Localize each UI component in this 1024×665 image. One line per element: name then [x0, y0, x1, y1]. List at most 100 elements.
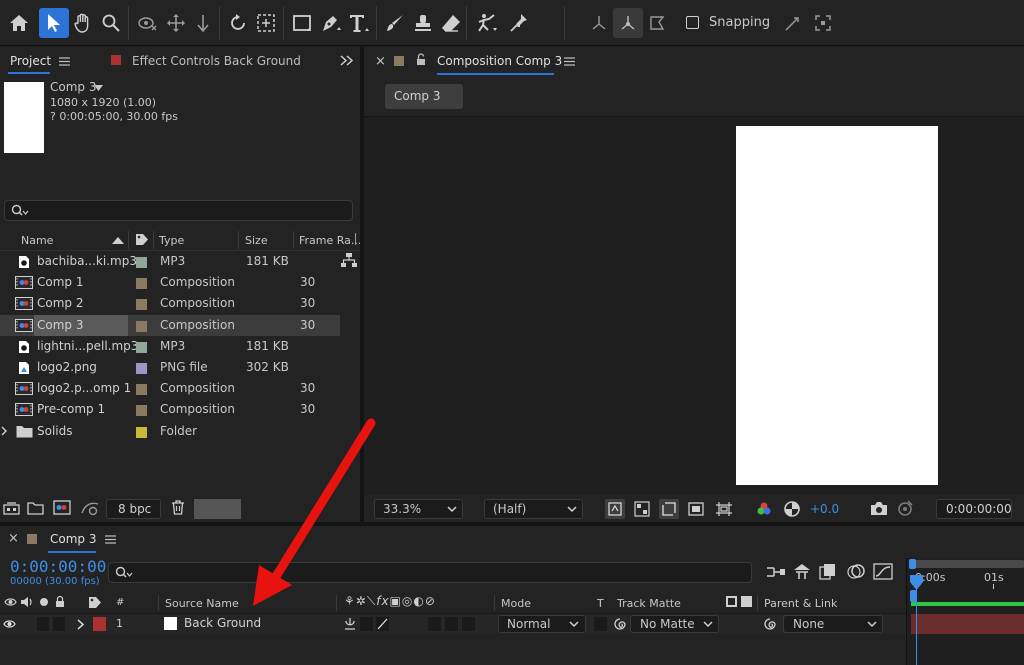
project-item-label-color[interactable]: [136, 405, 147, 417]
tab-project[interactable]: Project: [10, 54, 51, 68]
trash-icon[interactable]: [171, 500, 185, 515]
panel-menu-icon[interactable]: [564, 57, 575, 66]
type-tool-icon[interactable]: [344, 8, 374, 38]
project-item-row[interactable]: Comp 2 Composition 30: [0, 293, 340, 314]
magnification-dropdown[interactable]: 33.3%: [374, 499, 463, 519]
project-settings-icon[interactable]: [80, 500, 100, 516]
adjustment-layer-toggle[interactable]: [462, 617, 475, 631]
track-matte-dropdown[interactable]: No Matte: [630, 615, 719, 633]
draft-3d-icon[interactable]: [792, 563, 812, 580]
pan-camera-icon[interactable]: [161, 8, 191, 38]
frame-blending-icon[interactable]: [819, 563, 837, 580]
project-item-name[interactable]: Comp 3: [37, 318, 83, 332]
bit-depth-button[interactable]: 8 bpc: [106, 499, 161, 519]
rotate-tool-icon[interactable]: [223, 8, 253, 38]
selection-tool-icon[interactable]: [39, 8, 69, 38]
expand-chevron-icon[interactable]: [1, 426, 7, 436]
graph-editor-icon[interactable]: [873, 563, 893, 580]
audio-icon[interactable]: [20, 596, 34, 608]
clone-stamp-icon[interactable]: [408, 8, 438, 38]
zoom-tool-icon[interactable]: [96, 8, 126, 38]
snap-features-icon[interactable]: [808, 8, 838, 38]
column-size[interactable]: Size: [245, 234, 268, 247]
composition-canvas[interactable]: [736, 126, 938, 485]
world-axis-mode-icon[interactable]: [613, 8, 643, 38]
local-axis-mode-icon[interactable]: [584, 8, 614, 38]
solo-icon[interactable]: [40, 598, 48, 606]
layer-label-color[interactable]: [93, 617, 106, 631]
project-item-row[interactable]: Comp 3 Composition 30: [0, 314, 340, 336]
collapse-toggle[interactable]: [360, 617, 373, 631]
lock-icon[interactable]: [55, 596, 65, 608]
snap-edges-icon[interactable]: [778, 8, 808, 38]
current-time-indicator-icon[interactable]: [910, 575, 923, 591]
time-ruler[interactable]: [911, 586, 1024, 595]
project-item-name[interactable]: Solids: [37, 424, 73, 438]
timeline-tab-title[interactable]: Comp 3: [50, 532, 96, 546]
column-name[interactable]: Name: [21, 234, 53, 247]
column-frame-rate[interactable]: Frame Ra...: [299, 234, 361, 247]
project-item-name[interactable]: Comp 2: [37, 296, 83, 310]
panel-menu-icon[interactable]: [59, 57, 70, 66]
column-preserve-transparency[interactable]: T: [597, 597, 604, 610]
close-tab-icon[interactable]: ×: [375, 54, 386, 69]
project-item-label-color[interactable]: [136, 257, 147, 268]
layer-row[interactable]: 1 Back Ground Normal No Matte None: [0, 613, 906, 634]
interpret-footage-icon[interactable]: [3, 502, 20, 515]
current-time-display[interactable]: 0:00:00:00: [936, 499, 1012, 519]
composition-mini-flowchart-icon[interactable]: [766, 564, 786, 580]
eraser-icon[interactable]: [436, 8, 466, 38]
region-of-interest-icon[interactable]: [659, 499, 679, 519]
home-icon[interactable]: [4, 8, 34, 38]
track-matte-alpha-icon[interactable]: [726, 596, 737, 607]
project-item-row[interactable]: Comp 1 Composition 30: [0, 272, 340, 293]
column-mode[interactable]: Mode: [501, 597, 531, 610]
project-item-label-color[interactable]: [136, 320, 147, 332]
resolution-dropdown[interactable]: (Half): [484, 499, 583, 519]
track-matte-invert-icon[interactable]: [741, 596, 752, 607]
project-search-input[interactable]: [4, 200, 353, 221]
project-item-label-color[interactable]: [136, 384, 147, 396]
roto-brush-icon[interactable]: [472, 8, 502, 38]
dolly-camera-icon[interactable]: [188, 8, 218, 38]
project-item-label-color[interactable]: [136, 299, 147, 311]
comp-info-dropdown-icon[interactable]: [94, 85, 103, 91]
column-source-name[interactable]: Source Name: [165, 597, 239, 610]
parent-dropdown[interactable]: None: [783, 615, 883, 633]
timeline-current-time[interactable]: 0:00:00:00: [10, 557, 106, 576]
new-folder-icon[interactable]: [27, 501, 44, 515]
hand-tool-icon[interactable]: [68, 8, 98, 38]
motion-blur-icon[interactable]: [846, 563, 866, 580]
snapping-checkbox[interactable]: [686, 16, 699, 29]
breadcrumb-comp-3[interactable]: Comp 3: [385, 84, 463, 109]
pen-tool-icon[interactable]: [316, 8, 346, 38]
project-item-label-color[interactable]: [136, 363, 147, 374]
show-snapshot-icon[interactable]: [896, 499, 914, 517]
guides-grid-icon[interactable]: [715, 501, 733, 517]
panel-menu-icon[interactable]: [105, 535, 116, 544]
column-parent-link[interactable]: Parent & Link: [764, 597, 837, 610]
color-channels-icon[interactable]: [756, 501, 772, 517]
project-item-row[interactable]: logo2.png PNG file 302 KB: [0, 357, 340, 378]
pan-behind-icon[interactable]: [251, 8, 281, 38]
project-item-name[interactable]: Comp 1: [37, 275, 83, 289]
expand-chevron-icon[interactable]: [77, 619, 84, 630]
timeline-search-input[interactable]: [108, 562, 752, 583]
label-tag-icon[interactable]: [88, 596, 102, 609]
label-tag-icon[interactable]: [135, 233, 149, 246]
frame-blend-toggle[interactable]: [428, 617, 441, 631]
parent-pickwhip-icon[interactable]: [763, 617, 777, 631]
lock-icon[interactable]: [416, 53, 426, 66]
project-item-row[interactable]: logo2.p...omp 1 Composition 30: [0, 378, 340, 399]
column-track-matte[interactable]: Track Matte: [617, 597, 681, 610]
close-tab-icon[interactable]: ×: [8, 531, 19, 546]
thumbnail-transparency-swatch[interactable]: [194, 499, 241, 519]
composition-tab-title[interactable]: Composition Comp 3: [437, 54, 562, 68]
transparency-grid-icon[interactable]: [634, 501, 650, 517]
sort-ascending-icon[interactable]: [112, 237, 124, 244]
video-visibility-icon[interactable]: [3, 619, 16, 629]
motion-blur-toggle[interactable]: [445, 617, 458, 631]
view-axis-mode-icon[interactable]: [642, 8, 672, 38]
project-item-label-color[interactable]: [136, 278, 147, 290]
project-item-name[interactable]: logo2.p...omp 1: [37, 381, 131, 395]
